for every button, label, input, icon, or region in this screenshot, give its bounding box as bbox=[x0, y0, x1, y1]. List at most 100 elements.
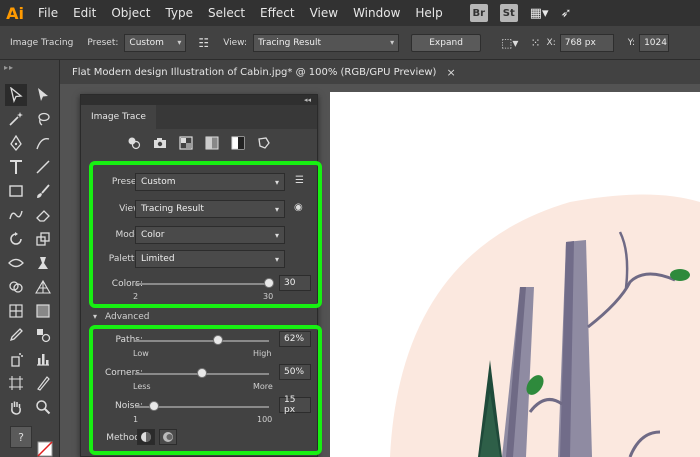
shaper-tool-icon[interactable] bbox=[5, 204, 27, 226]
outline-icon[interactable] bbox=[257, 136, 271, 150]
menu-help[interactable]: Help bbox=[415, 6, 442, 20]
blend-tool-icon[interactable] bbox=[32, 324, 54, 346]
panel-preset-select[interactable]: Custom ▾ bbox=[135, 173, 285, 191]
colors-slider-track[interactable] bbox=[135, 283, 269, 285]
menu-object[interactable]: Object bbox=[111, 6, 150, 20]
corners-value-field[interactable]: 50% bbox=[279, 364, 311, 380]
curvature-tool-icon[interactable] bbox=[32, 132, 54, 154]
overlapping-method-icon bbox=[163, 432, 173, 442]
close-tab-icon[interactable]: × bbox=[446, 66, 455, 79]
puppet-warp-tool-icon[interactable] bbox=[32, 252, 54, 274]
menu-file[interactable]: File bbox=[38, 6, 58, 20]
noise-min-label: 1 bbox=[133, 415, 139, 424]
colors-slider-knob[interactable] bbox=[264, 278, 274, 288]
perspective-grid-tool-icon[interactable] bbox=[32, 276, 54, 298]
corners-slider-knob[interactable] bbox=[197, 368, 207, 378]
paths-min-label: Low bbox=[133, 349, 149, 358]
scale-tool-icon[interactable] bbox=[32, 228, 54, 250]
menu-view[interactable]: View bbox=[310, 6, 338, 20]
panel-method-label: Method: bbox=[106, 433, 143, 443]
panel-palette-select[interactable]: Limited ▾ bbox=[135, 250, 285, 268]
menu-select[interactable]: Select bbox=[208, 6, 245, 20]
paths-slider-track[interactable] bbox=[135, 340, 269, 342]
artboard-tool-icon[interactable] bbox=[5, 372, 27, 394]
gpu-rocket-icon[interactable]: ➶ bbox=[561, 6, 572, 21]
gradient-tool-icon[interactable] bbox=[32, 300, 54, 322]
workspace-grid-icon[interactable]: ▦▾ bbox=[530, 6, 549, 21]
colors-min-label: 2 bbox=[133, 292, 139, 301]
paths-max-label: High bbox=[253, 349, 272, 358]
preset-label: Preset: bbox=[87, 37, 119, 48]
width-tool-icon[interactable] bbox=[5, 252, 27, 274]
preset-menu-icon[interactable]: ☰ bbox=[295, 175, 304, 186]
mesh-tool-icon[interactable] bbox=[5, 300, 27, 322]
paths-value-field[interactable]: 62% bbox=[279, 331, 311, 347]
slice-tool-icon[interactable] bbox=[32, 372, 54, 394]
magic-wand-tool-icon[interactable] bbox=[5, 108, 27, 130]
lasso-tool-icon[interactable] bbox=[32, 108, 54, 130]
panel-palette-value: Limited bbox=[141, 254, 175, 264]
noise-value-field[interactable]: 15 px bbox=[279, 395, 311, 415]
low-color-grid-icon[interactable] bbox=[179, 136, 193, 150]
colors-max-label: 30 bbox=[263, 292, 274, 301]
reference-point-icon[interactable]: ⁙ bbox=[530, 36, 540, 50]
black-and-white-icon[interactable] bbox=[231, 136, 245, 150]
eye-icon[interactable]: ◉ bbox=[294, 202, 303, 213]
tab-image-trace[interactable]: Image Trace bbox=[81, 105, 156, 129]
document-tab-title[interactable]: Flat Modern design Illustration of Cabin… bbox=[72, 67, 436, 78]
method-abutting-button[interactable] bbox=[137, 429, 155, 445]
x-field[interactable]: 768 px bbox=[559, 33, 614, 52]
selection-tool-icon[interactable] bbox=[5, 84, 27, 106]
trace-panel-icon[interactable]: ☷ bbox=[198, 36, 209, 50]
auto-color-icon[interactable] bbox=[127, 136, 141, 150]
panel-tab-row: Image Trace bbox=[81, 105, 317, 129]
y-field[interactable]: 1024 bbox=[639, 33, 670, 52]
eraser-tool-icon[interactable] bbox=[32, 204, 54, 226]
menu-edit[interactable]: Edit bbox=[73, 6, 96, 20]
image-tracing-label: Image Tracing bbox=[10, 37, 74, 48]
menu-window[interactable]: Window bbox=[353, 6, 400, 20]
rectangle-tool-icon[interactable] bbox=[5, 180, 27, 202]
paintbrush-tool-icon[interactable] bbox=[32, 180, 54, 202]
advanced-section-label[interactable]: Advanced bbox=[105, 312, 149, 322]
toolbar-collapse-icon[interactable]: ▸▸ bbox=[4, 63, 14, 72]
stroke-swatch-icon[interactable] bbox=[34, 438, 56, 457]
symbol-sprayer-tool-icon[interactable] bbox=[5, 348, 27, 370]
illustration-artwork bbox=[390, 194, 700, 457]
panel-collapse-bar[interactable]: ◂◂ bbox=[81, 95, 317, 105]
view-select[interactable]: Tracing Result ▾ bbox=[253, 33, 400, 52]
preset-select[interactable]: Custom ▾ bbox=[124, 33, 187, 52]
hand-tool-icon[interactable] bbox=[5, 396, 27, 418]
y-label: Y: bbox=[627, 37, 636, 48]
chevron-down-icon: ▾ bbox=[274, 230, 279, 240]
shape-builder-tool-icon[interactable] bbox=[5, 276, 27, 298]
expand-button[interactable]: Expand bbox=[411, 33, 482, 52]
pen-tool-icon[interactable] bbox=[5, 132, 27, 154]
toolbar-help-icon[interactable]: ? bbox=[10, 426, 32, 448]
column-graph-tool-icon[interactable] bbox=[32, 348, 54, 370]
menu-effect[interactable]: Effect bbox=[260, 6, 295, 20]
noise-slider-knob[interactable] bbox=[148, 401, 159, 411]
image-trace-panel: ◂◂ Image Trace Preset: Custom ▾ ☰ View: … bbox=[80, 94, 322, 457]
grayscale-icon[interactable] bbox=[205, 136, 219, 150]
method-overlapping-button[interactable] bbox=[159, 429, 177, 445]
direct-selection-tool-icon[interactable] bbox=[32, 84, 54, 106]
panel-mode-value: Color bbox=[141, 230, 165, 240]
bridge-badge[interactable]: Br bbox=[469, 4, 488, 22]
chevron-down-icon: ▾ bbox=[390, 38, 395, 47]
zoom-tool-icon[interactable] bbox=[32, 396, 54, 418]
eyedropper-tool-icon[interactable] bbox=[5, 324, 27, 346]
panel-mode-select[interactable]: Color ▾ bbox=[135, 226, 285, 244]
panel-view-select[interactable]: Tracing Result ▾ bbox=[135, 200, 285, 218]
type-tool-icon[interactable] bbox=[5, 156, 27, 178]
panel-collapse-icon[interactable]: ◂◂ bbox=[304, 96, 311, 104]
line-segment-tool-icon[interactable] bbox=[32, 156, 54, 178]
high-color-camera-icon[interactable] bbox=[153, 136, 167, 150]
advanced-toggle-icon[interactable]: ▾ bbox=[93, 312, 97, 321]
colors-value-field[interactable]: 30 bbox=[279, 275, 311, 291]
rotate-tool-icon[interactable] bbox=[5, 228, 27, 250]
menu-type[interactable]: Type bbox=[165, 6, 193, 20]
stock-badge[interactable]: St bbox=[499, 4, 518, 22]
transform-bounds-icon[interactable]: ⬚▾ bbox=[501, 36, 518, 50]
control-bar: Image Tracing Preset: Custom ▾ ☷ View: T… bbox=[0, 26, 700, 60]
